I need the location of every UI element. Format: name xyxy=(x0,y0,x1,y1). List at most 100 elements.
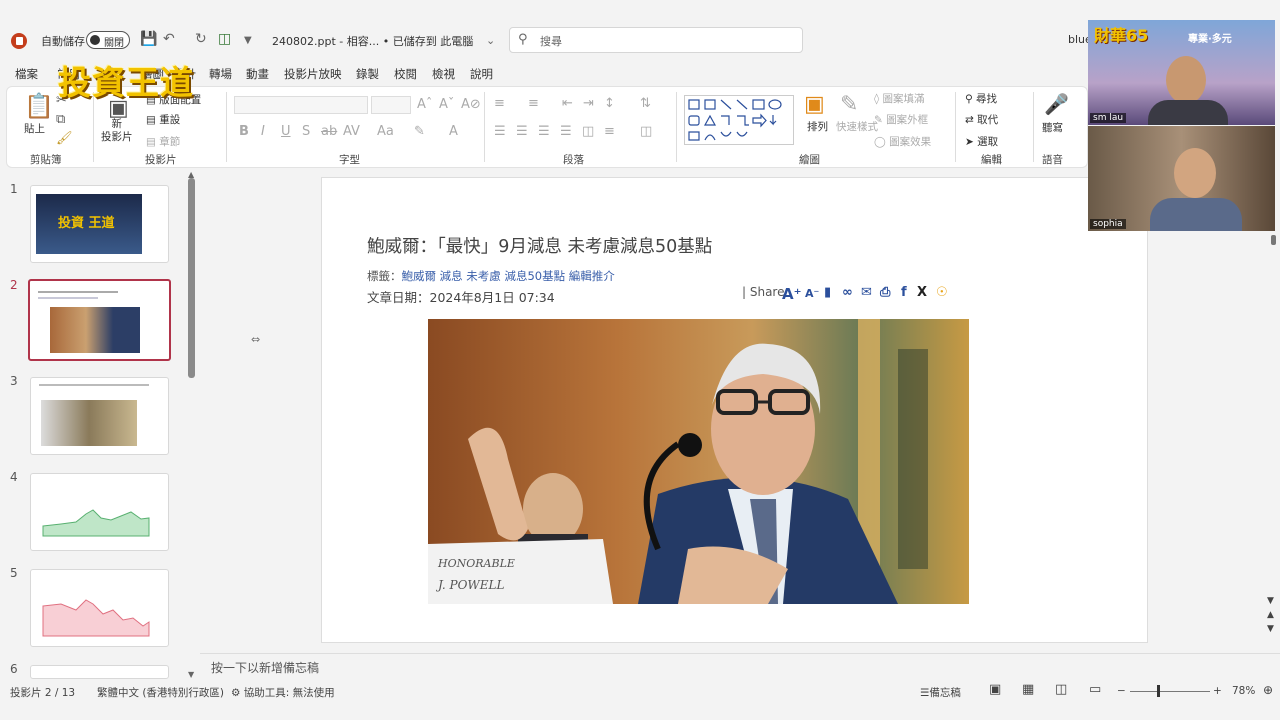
slide-thumbnail-4[interactable] xyxy=(30,473,169,551)
increase-font-icon[interactable]: Aˆ xyxy=(417,97,432,112)
new-slide-label[interactable]: 新 投影片 xyxy=(101,118,133,144)
smartart-icon[interactable]: ◫ xyxy=(640,124,652,139)
menu-slideshow[interactable]: 投影片放映 xyxy=(284,66,342,82)
redo-icon[interactable]: ↻ xyxy=(195,31,207,47)
print-icon[interactable]: ⎙ xyxy=(880,285,890,300)
mail-icon[interactable]: ✉ xyxy=(861,285,872,300)
font-increase-icon[interactable]: A⁺ xyxy=(782,285,802,303)
underline-icon[interactable]: U xyxy=(281,124,291,139)
shape-effects-button[interactable]: ◯ 圖案效果 xyxy=(874,134,931,149)
format-painter-icon[interactable]: 🖌 xyxy=(56,131,73,146)
menu-view[interactable]: 檢視 xyxy=(432,66,455,82)
menu-record[interactable]: 錄製 xyxy=(356,66,379,82)
line-spacing-icon[interactable]: ↕ xyxy=(604,96,615,111)
clear-format-icon[interactable]: A⊘ xyxy=(461,97,481,112)
zoom-slider[interactable] xyxy=(1130,691,1210,692)
customize-qat-icon[interactable]: ▼ xyxy=(244,35,252,46)
shadow-icon[interactable]: S xyxy=(302,124,310,139)
chevron-down-icon[interactable]: ⌄ xyxy=(486,34,495,47)
slide-date[interactable]: 文章日期：2024年8月1日 07:34 xyxy=(367,287,555,306)
slide-tags[interactable]: 標籤：鮑威爾 減息 未考慮 減息50基點 編輯推介 xyxy=(367,268,615,284)
bookmark-icon[interactable]: ▮ xyxy=(824,285,831,300)
italic-icon[interactable]: I xyxy=(261,124,265,139)
slide-thumbnail-1[interactable]: 投資 王道 xyxy=(30,185,169,263)
menu-help[interactable]: 說明 xyxy=(470,66,493,82)
prev-slide-icon[interactable]: ▲ xyxy=(1267,610,1274,620)
select-button[interactable]: ➤ 選取 xyxy=(965,134,998,149)
shape-outline-button[interactable]: ✎ 圖案外框 xyxy=(874,112,928,127)
find-button[interactable]: ⚲ 尋找 xyxy=(965,91,997,106)
scroll-down-icon[interactable]: ▼ xyxy=(188,670,194,679)
slide-thumbnail-2[interactable] xyxy=(28,279,171,361)
save-icon[interactable]: 💾 xyxy=(140,31,157,47)
normal-view-icon[interactable]: ▣ xyxy=(989,682,1001,697)
tags-links[interactable]: 鮑威爾 減息 未考慮 減息50基點 編輯推介 xyxy=(402,269,615,283)
quick-styles-icon[interactable]: ✎ xyxy=(840,92,858,117)
font-color-icon[interactable]: A xyxy=(449,124,458,139)
scroll-down-icon[interactable]: ▼ xyxy=(1267,596,1274,606)
decrease-indent-icon[interactable]: ⇤ xyxy=(562,96,573,111)
next-slide-icon[interactable]: ▼ xyxy=(1267,624,1274,634)
link-icon[interactable]: ∞ xyxy=(842,285,853,300)
menu-file[interactable]: 檔案 xyxy=(15,66,38,82)
arrange-label[interactable]: 排列 xyxy=(807,119,828,134)
menu-review[interactable]: 校閱 xyxy=(394,66,417,82)
file-name[interactable]: 240802.ppt - 相容... • 已儲存到 此電腦 xyxy=(272,33,473,49)
quick-styles-label[interactable]: 快速樣式 xyxy=(836,119,878,134)
facebook-icon[interactable]: f xyxy=(901,285,907,300)
x-icon[interactable]: X xyxy=(917,285,927,300)
font-size-input[interactable] xyxy=(371,96,411,114)
increase-indent-icon[interactable]: ⇥ xyxy=(583,96,594,111)
accessibility-status[interactable]: ⚙ 協助工具: 無法使用 xyxy=(231,685,335,700)
replace-button[interactable]: ⇄ 取代 xyxy=(965,112,998,127)
zoom-in-icon[interactable]: + xyxy=(1213,685,1222,697)
reading-view-icon[interactable]: ◫ xyxy=(1055,682,1067,697)
slide-thumbnail-6[interactable] xyxy=(30,665,169,679)
slide-sorter-icon[interactable]: ▦ xyxy=(1022,682,1034,697)
copy-icon[interactable]: ⧉ xyxy=(56,112,65,127)
editor-scrollbar[interactable] xyxy=(1271,235,1276,245)
numbering-icon[interactable]: ≡ xyxy=(528,96,539,111)
autosave-toggle[interactable]: 關閉 xyxy=(86,31,130,49)
reset-button[interactable]: ▤ 重設 xyxy=(146,112,180,127)
paste-label[interactable]: 貼上 xyxy=(24,121,45,136)
shape-fill-button[interactable]: ◊ 圖案填滿 xyxy=(874,91,925,106)
fit-slide-icon[interactable]: ⊕ xyxy=(1263,683,1273,697)
justify-icon[interactable]: ☰ xyxy=(560,124,572,139)
microphone-icon[interactable]: 🎤 xyxy=(1044,92,1069,116)
align-text-icon[interactable]: ≡ xyxy=(604,124,615,139)
slideshow-icon[interactable]: ▭ xyxy=(1089,682,1101,697)
font-name-input[interactable] xyxy=(234,96,368,114)
arrange-icon[interactable]: ▣ xyxy=(804,92,825,117)
bullets-icon[interactable]: ≡ xyxy=(494,96,505,111)
font-decrease-icon[interactable]: A⁻ xyxy=(805,287,819,300)
text-direction-icon[interactable]: ⇅ xyxy=(640,96,651,111)
decrease-font-icon[interactable]: Aˇ xyxy=(439,97,454,112)
columns-icon[interactable]: ◫ xyxy=(582,124,594,139)
highlight-icon[interactable]: ✎ xyxy=(414,124,425,139)
scroll-up-icon[interactable]: ▲ xyxy=(188,170,194,179)
slide-thumbnail-5[interactable] xyxy=(30,569,169,647)
paste-icon[interactable]: 📋 xyxy=(24,92,54,120)
language-indicator[interactable]: 繁體中文 (香港特別行政區) xyxy=(97,685,224,700)
bold-icon[interactable]: B xyxy=(239,124,249,139)
present-icon[interactable]: ◫ xyxy=(218,31,231,47)
align-center-icon[interactable]: ☰ xyxy=(516,124,528,139)
zoom-level[interactable]: 78% xyxy=(1232,685,1255,697)
slide-thumbnail-3[interactable] xyxy=(30,377,169,455)
char-spacing-icon[interactable]: AV xyxy=(343,124,360,139)
menu-animations[interactable]: 動畫 xyxy=(246,66,269,82)
search-box[interactable]: ⚲ 搜尋 xyxy=(509,27,803,53)
align-right-icon[interactable]: ☰ xyxy=(538,124,550,139)
zoom-slider-thumb[interactable] xyxy=(1157,685,1160,697)
section-button[interactable]: ▤ 章節 xyxy=(146,134,180,149)
change-case-icon[interactable]: Aa xyxy=(377,124,394,139)
shapes-gallery[interactable] xyxy=(684,95,794,145)
dictate-label[interactable]: 聽寫 xyxy=(1042,120,1063,135)
align-left-icon[interactable]: ☰ xyxy=(494,124,506,139)
strikethrough-icon[interactable]: ab xyxy=(321,124,337,139)
menu-transitions[interactable]: 轉場 xyxy=(209,66,232,82)
notes-pane[interactable]: 按一下以新增備忘稿 xyxy=(200,653,1280,679)
thumbnail-scrollbar[interactable] xyxy=(188,178,195,378)
slide-title[interactable]: 鮑威爾：「最快」9月減息 未考慮減息50基點 xyxy=(367,233,712,258)
